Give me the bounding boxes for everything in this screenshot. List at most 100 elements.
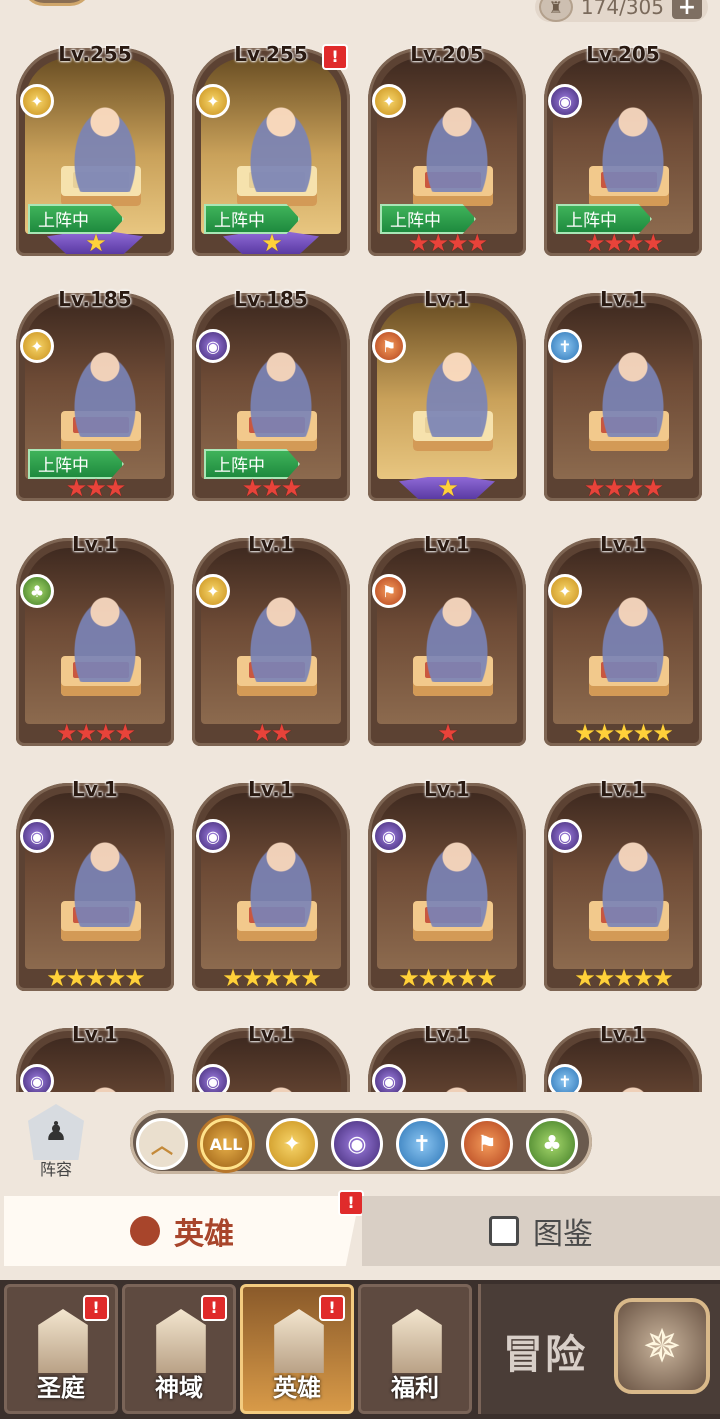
hero-level: Lv.1	[600, 287, 646, 311]
hero-card[interactable]: Lv.185 ◉ 上阵中 ★★★	[192, 279, 350, 501]
hero-tabs: 英雄 ! 图鉴	[0, 1190, 720, 1272]
nav-adventure[interactable]: 冒险 ✵	[478, 1284, 720, 1414]
filter-beast-icon[interactable]: ⚑	[461, 1118, 513, 1170]
hero-helmet-icon	[130, 1216, 160, 1246]
nav-welfare[interactable]: 福利	[358, 1284, 472, 1414]
filter-nature-icon[interactable]: ♣	[526, 1118, 578, 1170]
card-portrait	[553, 793, 693, 969]
tab-codex[interactable]: 图鉴	[362, 1196, 720, 1266]
filter-bar: ♟ 阵容 ︿ ALL ✦ ◉ ✝ ⚑ ♣	[0, 1098, 720, 1188]
hero-card[interactable]: Lv.1 ✦ ★★	[192, 524, 350, 746]
star-rating: ★★★	[65, 474, 127, 502]
hero-card[interactable]: Lv.185 ✦ 上阵中 ★★★	[16, 279, 174, 501]
nav-sanctuary[interactable]: ! 圣庭	[4, 1284, 118, 1414]
profile-frame-deco[interactable]	[22, 0, 92, 6]
nav-alert-badge: !	[319, 1295, 345, 1321]
faction-holy-icon: ✝	[548, 1064, 582, 1092]
hero-card[interactable]: Lv.1 ✦ ★★★★★	[544, 524, 702, 746]
card-portrait	[377, 793, 517, 969]
hero-sprite	[239, 337, 323, 437]
hero-sprite	[591, 337, 675, 437]
hero-sprite	[239, 1072, 323, 1092]
hero-level: Lv.1	[424, 1022, 470, 1046]
faction-dark-icon: ◉	[196, 819, 230, 853]
top-bar: ♜ 174/305 +	[0, 0, 720, 30]
faction-dark-icon: ◉	[372, 1064, 406, 1092]
hero-level: Lv.1	[424, 287, 470, 311]
filter-all-button[interactable]: ALL	[200, 1118, 252, 1170]
filter-light-icon[interactable]: ✦	[266, 1118, 318, 1170]
card-portrait	[553, 303, 693, 479]
hero-card[interactable]: Lv.1 ✝	[544, 1014, 702, 1092]
card-portrait	[25, 793, 165, 969]
hero-level: Lv.185	[234, 287, 308, 311]
hero-card[interactable]: Lv.1 ◉ ★★★★★	[16, 769, 174, 991]
capacity-text: 174/305	[580, 0, 664, 19]
faction-dark-icon: ◉	[548, 84, 582, 118]
star-rating: ★	[261, 229, 283, 257]
hero-card[interactable]: Lv.205 ✦ 上阵中 ★★★★	[368, 34, 526, 256]
lineup-button[interactable]: ♟ 阵容	[20, 1104, 92, 1186]
hero-sprite	[415, 92, 499, 192]
hero-sprite	[415, 827, 499, 927]
faction-light-icon: ✦	[196, 84, 230, 118]
filter-holy-icon[interactable]: ✝	[396, 1118, 448, 1170]
card-portrait	[201, 793, 341, 969]
expand-capacity-button[interactable]: +	[672, 0, 702, 20]
hero-card[interactable]: Lv.1 ◉	[192, 1014, 350, 1092]
star-rating: ★★★★★	[574, 719, 674, 747]
card-portrait	[553, 548, 693, 724]
tab-alert-badge: !	[338, 1190, 364, 1216]
star-rating: ★★★★	[583, 229, 664, 257]
hero-card[interactable]: Lv.1 ◉	[16, 1014, 174, 1092]
card-portrait	[25, 548, 165, 724]
faction-dark-icon: ◉	[196, 1064, 230, 1092]
faction-light-icon: ✦	[548, 574, 582, 608]
star-rating: ★★★★★	[222, 964, 322, 992]
hero-level: Lv.1	[248, 1022, 294, 1046]
treasure-chest-icon	[392, 1309, 442, 1373]
nav-alert-badge: !	[201, 1295, 227, 1321]
card-portrait	[377, 548, 517, 724]
adventure-label: 冒险	[503, 1332, 587, 1378]
faction-light-icon: ✦	[196, 574, 230, 608]
hero-card[interactable]: Lv.255 ✦ 上阵中 ★	[16, 34, 174, 256]
chess-pawn-icon: ♟	[28, 1104, 84, 1160]
hero-card[interactable]: Lv.1 ◉ ★★★★★	[192, 769, 350, 991]
star-rating: ★★★★★	[398, 964, 498, 992]
hero-card[interactable]: Lv.1 ⚑ ★	[368, 524, 526, 746]
star-rating: ★★★	[241, 474, 303, 502]
hero-sprite	[63, 337, 147, 437]
nav-heroes[interactable]: ! 英雄	[240, 1284, 354, 1414]
nav-divine-realm[interactable]: ! 神域	[122, 1284, 236, 1414]
star-rating: ★★★★	[55, 719, 136, 747]
hero-card[interactable]: Lv.255 ✦ 上阵中 ★!	[192, 34, 350, 256]
star-rating: ★	[85, 229, 107, 257]
hero-sprite	[239, 92, 323, 192]
hero-card[interactable]: Lv.1 ♣ ★★★★	[16, 524, 174, 746]
hero-level: Lv.1	[72, 532, 118, 556]
nav-label: 神域	[155, 1374, 203, 1402]
hero-card[interactable]: Lv.1 ◉	[368, 1014, 526, 1092]
hero-grid: Lv.255 ✦ 上阵中 ★ Lv.255 ✦ 上阵中 ★! Lv.205 ✦ 上阵中 ★★★★ Lv.…	[0, 30, 720, 1092]
nav-label: 英雄	[273, 1374, 321, 1402]
faction-beast-icon: ⚑	[372, 574, 406, 608]
hero-sprite	[63, 582, 147, 682]
hero-sprite	[239, 827, 323, 927]
hero-card[interactable]: Lv.1 ◉ ★★★★★	[544, 769, 702, 991]
card-portrait	[201, 548, 341, 724]
hero-card[interactable]: Lv.1 ◉ ★★★★★	[368, 769, 526, 991]
collapse-filter-button[interactable]: ︿	[136, 1118, 188, 1170]
hero-level: Lv.1	[600, 777, 646, 801]
tab-heroes[interactable]: 英雄	[4, 1196, 360, 1266]
filter-dark-icon[interactable]: ◉	[331, 1118, 383, 1170]
hero-level: Lv.1	[72, 1022, 118, 1046]
hero-sprite	[591, 582, 675, 682]
star-rating: ★★★★★	[46, 964, 146, 992]
hero-card[interactable]: Lv.1 ✝ ★★★★	[544, 279, 702, 501]
hero-sprite	[63, 827, 147, 927]
nav-alert-badge: !	[83, 1295, 109, 1321]
hero-card[interactable]: Lv.1 ⚑ ★	[368, 279, 526, 501]
hero-card[interactable]: Lv.205 ◉ 上阵中 ★★★★	[544, 34, 702, 256]
faction-dark-icon: ◉	[196, 329, 230, 363]
